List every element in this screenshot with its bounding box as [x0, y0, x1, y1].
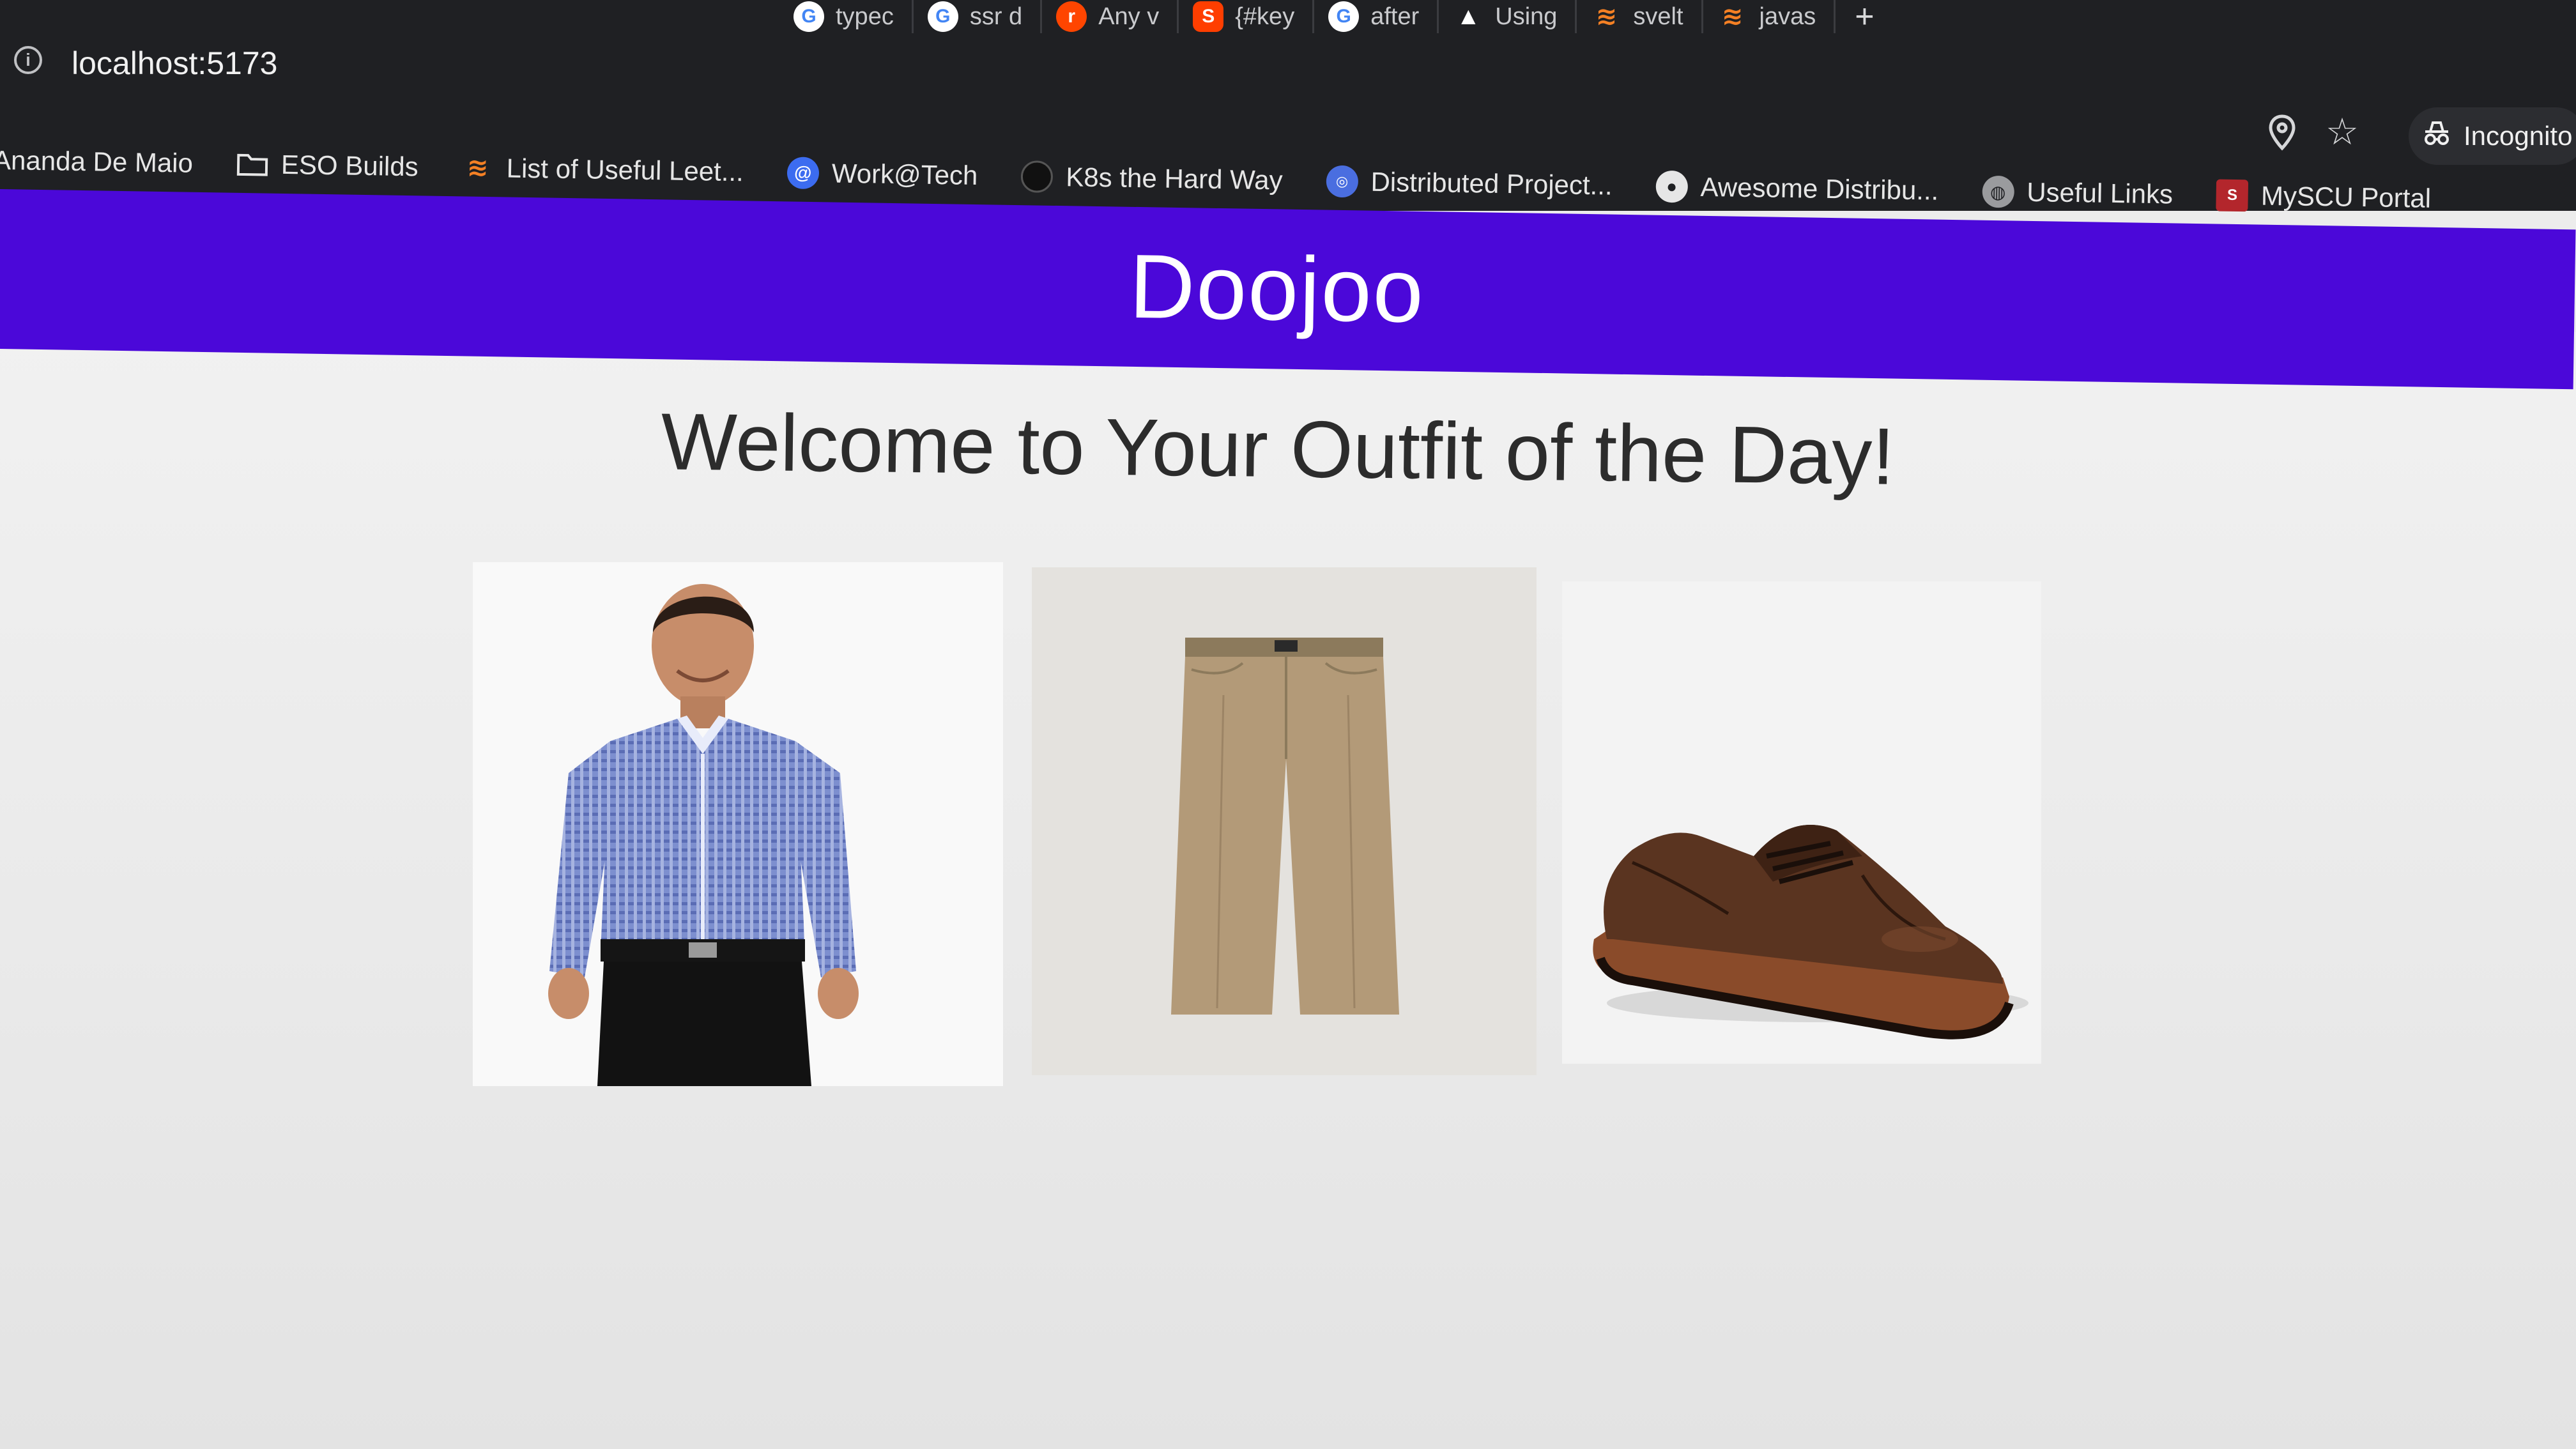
- browser-chrome: G typec G ssr d r Any v S {#key G after …: [0, 0, 2576, 213]
- location-icon[interactable]: [2268, 114, 2296, 151]
- svelte-icon: S: [1193, 1, 1224, 32]
- folder-icon: [236, 148, 269, 181]
- bookmark-item[interactable]: ◍ Useful Links: [1981, 175, 2174, 211]
- bookmark-label: MySCU Portal: [2260, 180, 2432, 213]
- tab-strip: G typec G ssr d r Any v S {#key G after …: [0, 0, 2576, 40]
- browser-tab[interactable]: S {#key: [1179, 0, 1315, 33]
- site-info-icon[interactable]: i: [14, 46, 42, 74]
- globe-icon: ◍: [1981, 175, 2014, 208]
- bookmark-item[interactable]: ESO Builds: [236, 148, 419, 183]
- bookmark-star-icon[interactable]: ☆: [2326, 114, 2359, 151]
- bookmark-label: Distributed Project...: [1370, 166, 1613, 201]
- bookmark-item[interactable]: ◎ Distributed Project...: [1326, 165, 1613, 202]
- browser-tab[interactable]: ≋ svelt: [1577, 0, 1703, 33]
- google-icon: G: [1328, 1, 1360, 32]
- bookmark-item[interactable]: K8s the Hard Way: [1020, 160, 1283, 196]
- khaki-pants-image: [1171, 638, 1399, 1015]
- incognito-icon: [2421, 119, 2452, 153]
- bookmark-label: Work@Tech: [831, 158, 978, 191]
- google-icon: G: [927, 1, 958, 32]
- tab-label: ssr d: [969, 3, 1023, 30]
- incognito-badge[interactable]: Incognito: [2409, 107, 2576, 165]
- tab-label: after: [1370, 3, 1420, 30]
- browser-tab[interactable]: G typec: [779, 0, 914, 33]
- github-icon: [1020, 160, 1054, 193]
- model-in-checked-shirt-image: [548, 584, 859, 1086]
- vercel-icon: ▲: [1456, 3, 1481, 30]
- tab-label: javas: [1759, 3, 1816, 30]
- tab-label: Any v: [1098, 3, 1160, 30]
- new-tab-button[interactable]: +: [1855, 0, 1874, 33]
- scu-icon: S: [2216, 179, 2249, 212]
- bookmark-item[interactable]: ≋ List of Useful Leet...: [461, 151, 744, 188]
- browser-tab[interactable]: r Any v: [1042, 0, 1179, 33]
- tab-label: svelt: [1633, 3, 1683, 30]
- bookmark-item[interactable]: Ananda De Maio: [0, 145, 193, 179]
- browser-tab[interactable]: ▲ Using: [1439, 0, 1577, 33]
- browser-tab[interactable]: G after: [1314, 0, 1439, 33]
- incognito-label: Incognito: [2464, 121, 2573, 151]
- bookmark-label: ESO Builds: [280, 149, 419, 182]
- stackoverflow-icon: ≋: [466, 153, 489, 183]
- tab-label: {#key: [1235, 3, 1295, 30]
- bookmark-label: Awesome Distribu...: [1700, 171, 1939, 206]
- bookmark-label: Useful Links: [2026, 176, 2174, 210]
- google-icon: G: [793, 1, 824, 32]
- bookmark-label: List of Useful Leet...: [506, 153, 744, 187]
- tab-label: typec: [836, 3, 894, 30]
- site-icon: ◎: [1326, 165, 1358, 198]
- brand-logo[interactable]: Doojoo: [1129, 234, 1426, 344]
- brown-wingtip-shoe-image: [1593, 825, 2028, 1039]
- outfit-shoe-card[interactable]: [1562, 581, 2041, 1064]
- browser-tab[interactable]: G ssr d: [914, 0, 1043, 33]
- bookmark-label: Ananda De Maio: [0, 144, 194, 178]
- reddit-icon: r: [1056, 1, 1087, 32]
- github-icon: ●: [1655, 170, 1689, 203]
- tab-label: Using: [1495, 3, 1558, 30]
- at-icon: @: [786, 157, 820, 190]
- stackoverflow-icon: ≋: [1595, 3, 1618, 31]
- bookmark-label: K8s the Hard Way: [1066, 162, 1283, 195]
- outfit-pants-card[interactable]: [1032, 567, 1537, 1075]
- bookmark-item[interactable]: @ Work@Tech: [786, 157, 978, 192]
- browser-tab[interactable]: ≋ javas: [1703, 0, 1836, 33]
- outfit-shirt-card[interactable]: [473, 562, 1003, 1086]
- page-title: Welcome to Your Outfit of the Day!: [660, 396, 1896, 502]
- address-bar[interactable]: localhost:5173: [72, 45, 277, 82]
- bookmark-item[interactable]: S MySCU Portal: [2216, 179, 2432, 215]
- bookmark-item[interactable]: ● Awesome Distribu...: [1655, 170, 1939, 207]
- stackoverflow-icon: ≋: [1721, 3, 1744, 31]
